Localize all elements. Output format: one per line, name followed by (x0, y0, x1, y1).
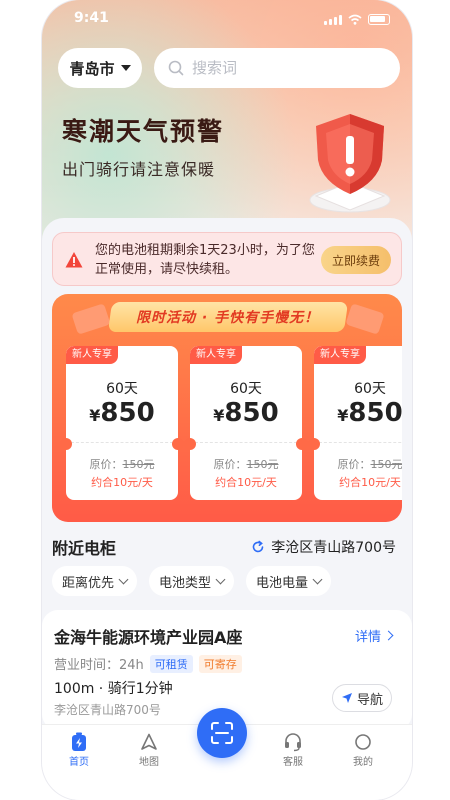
map-navigation-icon (141, 733, 157, 750)
wifi-icon (348, 14, 362, 25)
status-bar: 9:41 (42, 10, 412, 30)
search-input[interactable] (192, 59, 372, 77)
phone-screen: 9:41 青岛市 寒潮天气预警 出门骑行请注意保暖 (42, 0, 412, 800)
chevron-down-icon (118, 574, 129, 585)
battery-icon (368, 14, 390, 25)
station-name: 金海牛能源环境产业园A座 (54, 628, 243, 647)
tab-profile[interactable]: 我的 (338, 731, 388, 768)
package-daily-price: 约合10元/天 (339, 476, 401, 489)
station-distance: 100m · 骑行1分钟 (54, 681, 173, 697)
battery-home-icon (72, 732, 86, 751)
rental-alert: 您的电池租期剩余1天23小时，为了您正常使用，请尽快续租。 立即续费 (52, 232, 402, 286)
tab-map[interactable]: 地图 (124, 731, 174, 768)
status-icons (324, 14, 390, 25)
chevron-down-icon (215, 574, 226, 585)
location-text: 李沧区青山路700号 (271, 540, 396, 556)
nearby-title: 附近电柜 (52, 539, 117, 558)
scan-button[interactable] (197, 708, 247, 758)
package-daily-price: 约合10元/天 (91, 476, 153, 489)
station-hours-row: 营业时间：24h 可租赁 可寄存 (54, 654, 242, 673)
card-divider (190, 442, 302, 443)
chevron-right-icon (383, 630, 394, 641)
promo-ribbon: 限时活动 · 手快有手慢无！ (107, 302, 349, 332)
navigation-arrow-icon (341, 693, 352, 703)
tab-home[interactable]: 首页 (54, 731, 104, 768)
package-price: ¥850 (89, 398, 155, 428)
status-time: 9:41 (74, 10, 109, 26)
filter-battery-level[interactable]: 电池电量 (246, 566, 332, 596)
card-divider (314, 442, 402, 443)
chevron-down-icon (312, 574, 323, 585)
ticket-notch (296, 438, 308, 450)
search-icon (168, 60, 184, 76)
filter-battery-type[interactable]: 电池类型 (149, 566, 235, 596)
package-tag: 新人专享 (314, 346, 366, 364)
package-card[interactable]: 新人专享 60天 ¥850 原价：150元 约合10元/天 (66, 346, 178, 500)
ticket-notch (60, 438, 72, 450)
profile-icon (355, 734, 371, 750)
package-original-price: 原价：150元 (337, 458, 403, 471)
package-card[interactable]: 新人专享 60天 ¥850 原价：150元 约合10元/天 (190, 346, 302, 500)
caret-down-icon (120, 65, 131, 71)
package-price: ¥850 (213, 398, 279, 428)
scan-icon (211, 722, 233, 744)
package-original-price: 原价：150元 (89, 458, 155, 471)
current-location[interactable]: 李沧区青山路700号 (251, 537, 396, 557)
hero-title: 寒潮天气预警 (62, 117, 225, 146)
city-selector[interactable]: 青岛市 (58, 48, 142, 88)
package-card[interactable]: 新人专享 60天 ¥850 原价：150元 约合10元/天 (314, 346, 402, 500)
navigate-button[interactable]: 导航 (332, 684, 392, 712)
filter-distance[interactable]: 距离优先 (52, 566, 138, 596)
ticket-notch (308, 438, 320, 450)
card-divider (66, 442, 178, 443)
package-duration: 60天 (106, 381, 138, 397)
ribbon-decoration (71, 303, 111, 335)
search-box[interactable] (154, 48, 400, 88)
package-original-price: 原价：150元 (213, 458, 279, 471)
filter-bar: 距离优先 电池类型 电池电量 (52, 566, 332, 596)
package-daily-price: 约合10元/天 (215, 476, 277, 489)
package-duration: 60天 (230, 381, 262, 397)
tab-support[interactable]: 客服 (268, 731, 318, 768)
warning-shield-icon (309, 114, 391, 213)
package-tag: 新人专享 (190, 346, 242, 364)
hero-subtitle: 出门骑行请注意保暖 (62, 160, 216, 179)
badge-rentable: 可租赁 (149, 654, 193, 673)
station-address: 李沧区青山路700号 (54, 703, 161, 717)
package-tag: 新人专享 (66, 346, 118, 364)
renew-button[interactable]: 立即续费 (321, 246, 391, 274)
promo-title: 限时活动 · 手快有手慢无！ (136, 310, 320, 326)
station-hours: 营业时间：24h (54, 658, 144, 673)
station-detail-link[interactable]: 详情 (355, 626, 394, 645)
badge-storable: 可寄存 (198, 654, 242, 673)
warning-icon (65, 252, 83, 268)
city-label: 青岛市 (69, 59, 115, 78)
ribbon-decoration (345, 303, 385, 335)
headset-icon (285, 733, 301, 752)
ticket-notch (184, 438, 196, 450)
refresh-icon (252, 540, 264, 553)
alert-message: 您的电池租期剩余1天23小时，为了您正常使用，请尽快续租。 (95, 243, 315, 277)
package-duration: 60天 (354, 381, 386, 397)
ticket-notch (172, 438, 184, 450)
signal-icon (324, 15, 342, 25)
package-price: ¥850 (337, 398, 402, 428)
promo-banner: 限时活动 · 手快有手慢无！ 新人专享 60天 ¥850 原价：150元 约合1… (52, 294, 402, 522)
